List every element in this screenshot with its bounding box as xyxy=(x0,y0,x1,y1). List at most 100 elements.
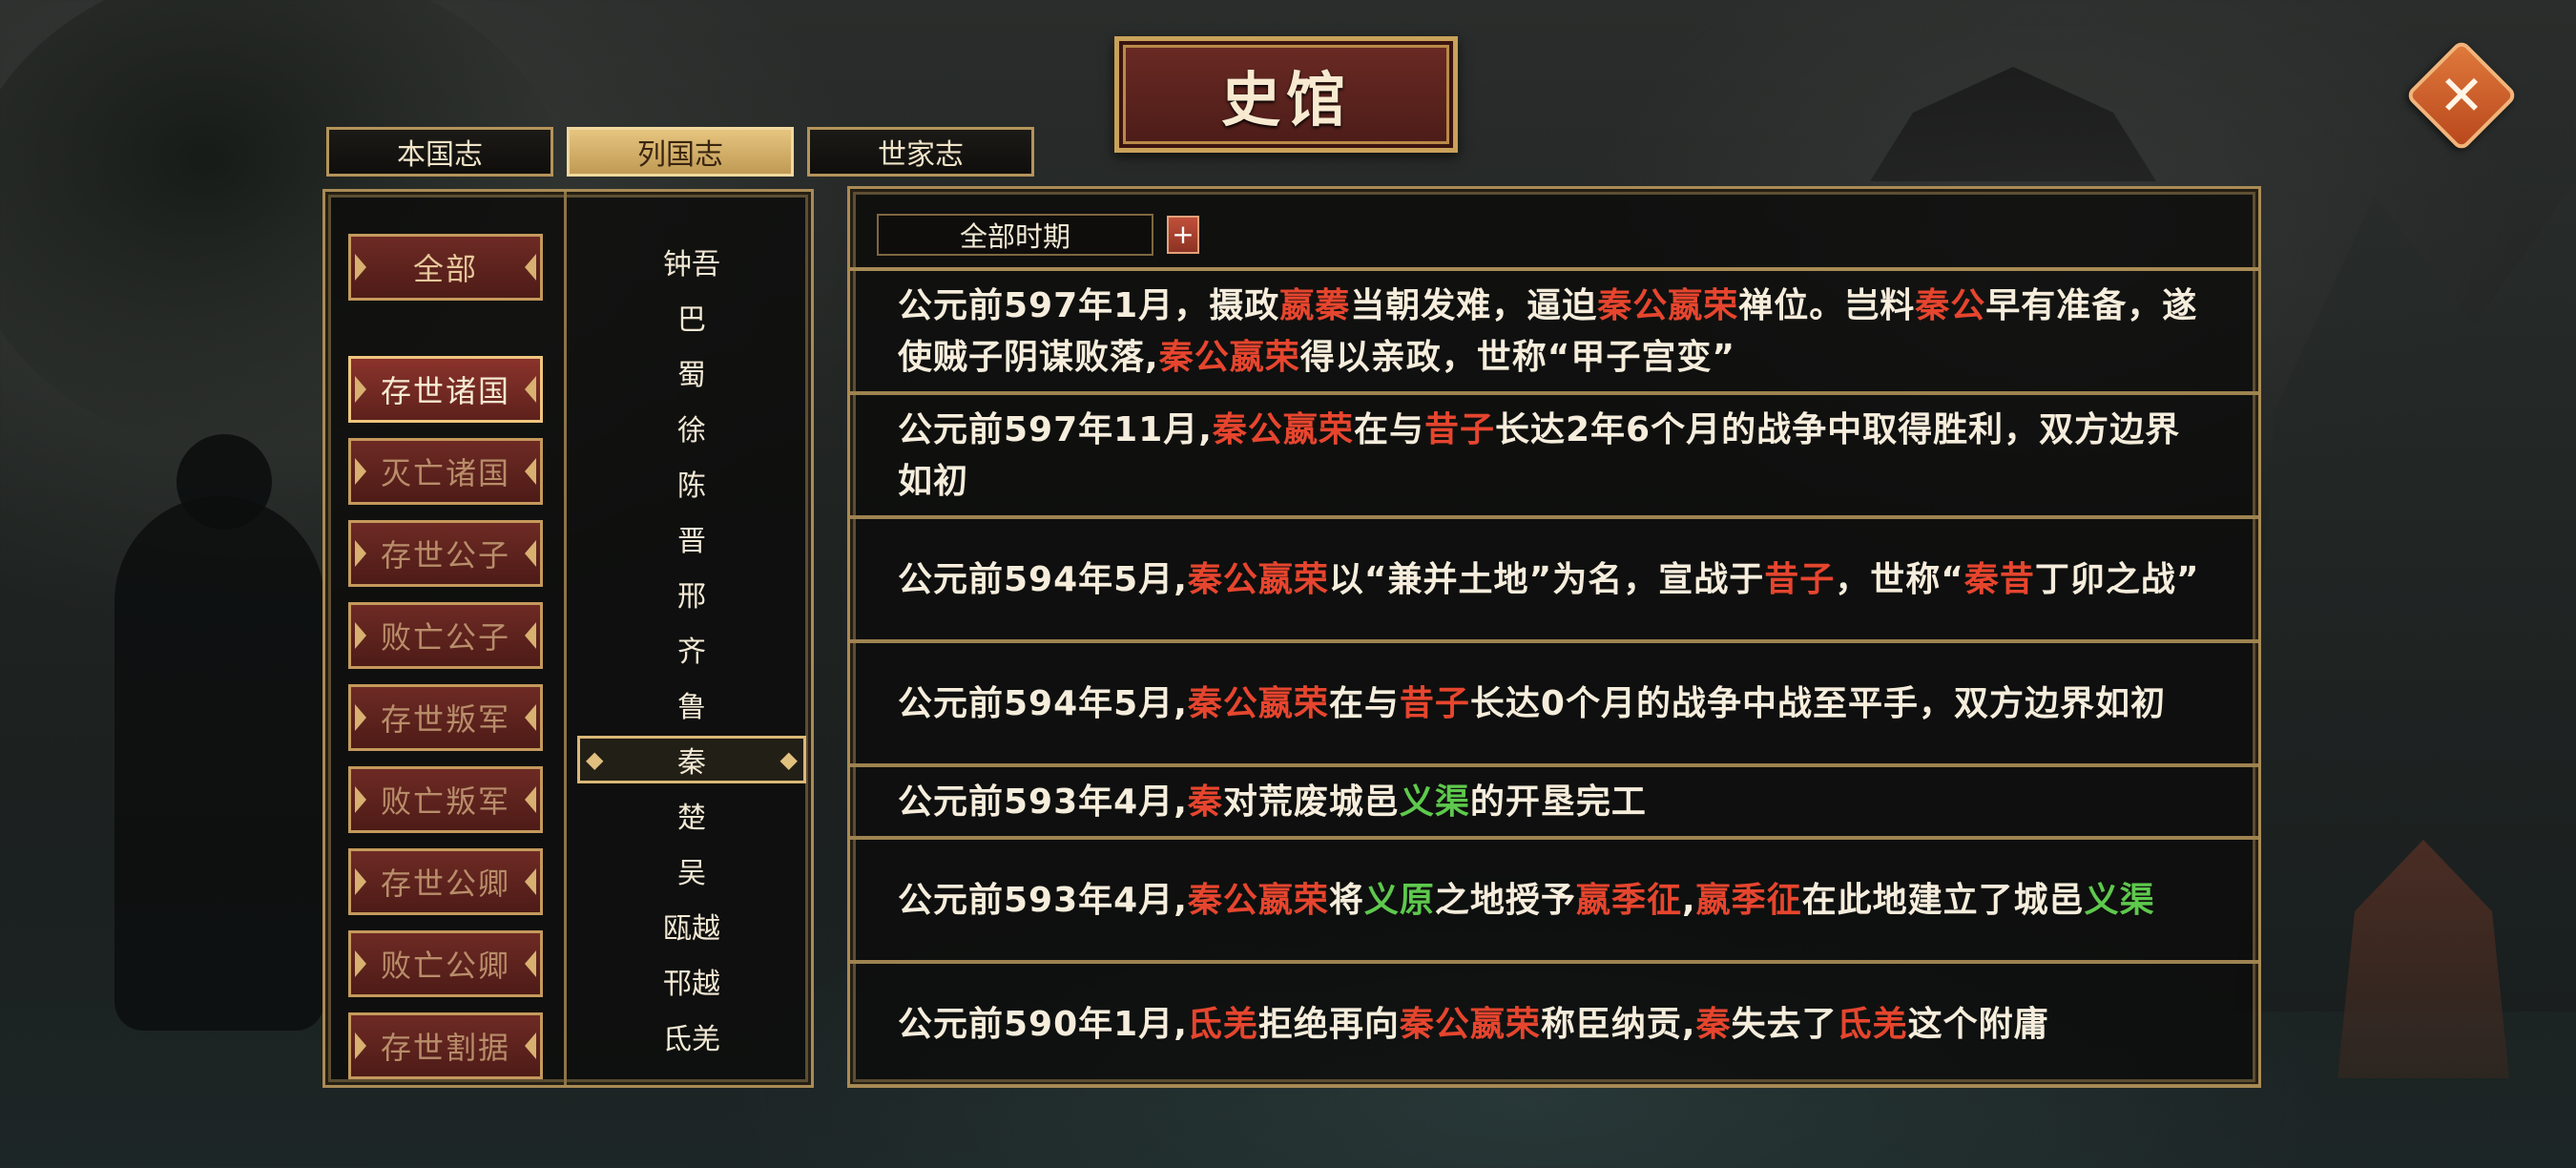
highlight-name: 昔子 xyxy=(1764,560,1836,599)
category-button[interactable]: 灭亡诸国 xyxy=(348,438,543,505)
tab-label: 本国志 xyxy=(397,138,483,172)
record-segment: 之地授予 xyxy=(1434,881,1576,920)
period-select[interactable]: 全部时期 xyxy=(877,214,1153,256)
nation-item[interactable]: 陈 xyxy=(577,459,806,507)
highlight-name: 秦公嬴荣 xyxy=(1187,560,1329,599)
record-text: 公元前594年5月,秦公嬴荣在与昔子长达0个月的战争中战至平手，双方边界如初 xyxy=(898,678,2166,730)
nation-item[interactable]: 瓯越 xyxy=(577,902,806,949)
nation-item[interactable]: 吴 xyxy=(577,846,806,894)
category-button[interactable]: 存世割据 xyxy=(348,1012,543,1079)
category-label: 败亡公卿 xyxy=(380,948,510,984)
nation-item[interactable]: 巴 xyxy=(577,293,806,341)
nation-item[interactable]: 氐羌 xyxy=(577,1012,806,1060)
plus-icon: + xyxy=(1172,219,1195,250)
nation-item[interactable]: 徐 xyxy=(577,404,806,451)
highlight-name: 秦公嬴荣 xyxy=(1187,684,1329,723)
expand-plus-button[interactable]: + xyxy=(1167,216,1199,254)
category-label: 存世公子 xyxy=(380,537,510,574)
record-row: 公元前597年1月，摄政嬴蓁当朝发难，逼迫秦公嬴荣禅位。岂料秦公早有准备，遂使贼… xyxy=(850,273,2258,395)
highlight-name: 义渠 xyxy=(2084,881,2155,920)
column-divider xyxy=(564,192,567,1085)
category-all-button[interactable]: 全部 xyxy=(348,234,543,301)
record-segment: 以“兼并土地”为名，宣战于 xyxy=(1328,560,1765,599)
tab-benguozhi[interactable]: 本国志 xyxy=(326,127,553,177)
record-segment: 长达0个月的战争中战至平手，双方边界如初 xyxy=(1469,684,2166,723)
highlight-name: 氐羌 xyxy=(1837,1005,1908,1044)
category-button[interactable]: 存世公卿 xyxy=(348,848,543,915)
category-label: 存世诸国 xyxy=(380,373,510,409)
category-label: 败亡叛军 xyxy=(380,783,510,820)
close-icon[interactable]: ✕ xyxy=(2429,63,2494,128)
background-figure xyxy=(114,496,324,1031)
record-text: 公元前593年4月,秦对荒废城邑义渠的开垦完工 xyxy=(898,777,1647,828)
record-text: 公元前597年1月，摄政嬴蓁当朝发难，逼迫秦公嬴荣禅位。岂料秦公早有准备，遂使贼… xyxy=(898,281,2212,384)
nation-item[interactable]: 齐 xyxy=(577,625,806,673)
category-button[interactable]: 存世诸国 xyxy=(348,356,543,423)
record-text: 公元前597年11月,秦公嬴荣在与昔子长达2年6个月的战争中取得胜利，双方边界如… xyxy=(898,405,2212,508)
record-segment: 将 xyxy=(1328,881,1364,920)
nation-item[interactable]: 鲁 xyxy=(577,680,806,728)
highlight-name: 秦公嬴荣 xyxy=(1597,286,1739,325)
category-label: 存世割据 xyxy=(380,1030,510,1066)
record-segment: 在此地建立了城邑 xyxy=(1801,881,2085,920)
tab-lieguozhi[interactable]: 列国志 xyxy=(567,127,794,177)
record-segment: 这个附庸 xyxy=(1907,1005,2049,1044)
highlight-name: 义原 xyxy=(1363,881,1435,920)
record-row: 公元前594年5月,秦公嬴荣在与昔子长达0个月的战争中战至平手，双方边界如初 xyxy=(850,645,2258,767)
category-label: 存世公卿 xyxy=(380,866,510,902)
record-segment: 公元前597年11月, xyxy=(898,410,1213,449)
corner-ornament xyxy=(788,1062,811,1085)
nation-item[interactable]: 秦 xyxy=(577,736,806,783)
record-row: 公元前593年4月,秦对荒废城邑义渠的开垦完工 xyxy=(850,769,2258,840)
category-button[interactable]: 败亡叛军 xyxy=(348,766,543,833)
record-segment: 拒绝再向 xyxy=(1257,1005,1400,1044)
highlight-name: 秦公嬴荣 xyxy=(1158,338,1300,377)
record-segment: 公元前593年4月, xyxy=(898,881,1188,920)
category-button[interactable]: 败亡公卿 xyxy=(348,930,543,997)
highlight-name: 义渠 xyxy=(1399,782,1470,822)
record-segment: 在与 xyxy=(1328,684,1400,723)
highlight-name: 嬴季征 xyxy=(1695,881,1802,920)
record-row: 公元前597年11月,秦公嬴荣在与昔子长达2年6个月的战争中取得胜利，双方边界如… xyxy=(850,397,2258,519)
record-segment: 禅位。岂料 xyxy=(1738,286,1916,325)
record-segment: 失去了 xyxy=(1731,1005,1838,1044)
filter-bar: 全部时期 + xyxy=(850,189,2258,271)
page-title-plate: 史馆 xyxy=(1114,36,1458,153)
page-title: 史馆 xyxy=(1220,65,1351,135)
nation-item[interactable]: 蜀 xyxy=(577,348,806,396)
record-text: 公元前593年4月,秦公嬴荣将义原之地授予嬴季征,嬴季征在此地建立了城邑义渠 xyxy=(898,875,2155,927)
highlight-name: 昔子 xyxy=(1399,684,1470,723)
record-row: 公元前590年1月,氐羌拒绝再向秦公嬴荣称臣纳贡,秦失去了氐羌这个附庸 xyxy=(850,966,2258,1085)
corner-ornament xyxy=(325,1062,348,1085)
corner-ornament xyxy=(325,192,348,215)
highlight-name: 秦公嬴荣 xyxy=(1399,1005,1541,1044)
category-label: 全部 xyxy=(412,251,478,287)
category-button[interactable]: 存世叛军 xyxy=(348,684,543,751)
category-button[interactable]: 败亡公子 xyxy=(348,602,543,669)
tab-label: 世家志 xyxy=(878,138,964,172)
highlight-name: 秦 xyxy=(1695,1005,1732,1044)
nation-item[interactable]: 邗越 xyxy=(577,957,806,1005)
record-text: 公元前590年1月,氐羌拒绝再向秦公嬴荣称臣纳贡,秦失去了氐羌这个附庸 xyxy=(898,999,2049,1051)
nation-item[interactable]: 晋 xyxy=(577,514,806,562)
tab-shijiazhi[interactable]: 世家志 xyxy=(807,127,1034,177)
category-button[interactable]: 存世公子 xyxy=(348,520,543,587)
category-label: 灭亡诸国 xyxy=(380,455,510,491)
corner-ornament xyxy=(788,192,811,215)
record-segment: 公元前594年5月, xyxy=(898,684,1188,723)
record-row: 公元前593年4月,秦公嬴荣将义原之地授予嬴季征,嬴季征在此地建立了城邑义渠 xyxy=(850,842,2258,964)
record-segment: 对荒废城邑 xyxy=(1222,782,1400,822)
period-select-value: 全部时期 xyxy=(959,220,1070,253)
tab-label: 列国志 xyxy=(637,138,723,172)
background-pavilion xyxy=(1870,67,2156,181)
record-segment: 公元前590年1月, xyxy=(898,1005,1188,1044)
record-segment: 得以亲政，世称“甲子宫变” xyxy=(1299,338,1736,377)
highlight-name: 嬴季征 xyxy=(1575,881,1682,920)
record-segment: ，世称“ xyxy=(1835,560,1964,599)
record-segment: 公元前594年5月, xyxy=(898,560,1188,599)
nation-item[interactable]: 邢 xyxy=(577,570,806,617)
nation-item[interactable]: 楚 xyxy=(577,791,806,839)
record-segment: , xyxy=(1681,881,1696,920)
nation-item[interactable]: 钟吾 xyxy=(577,238,806,285)
record-segment: 丁卯之战” xyxy=(2034,560,2200,599)
